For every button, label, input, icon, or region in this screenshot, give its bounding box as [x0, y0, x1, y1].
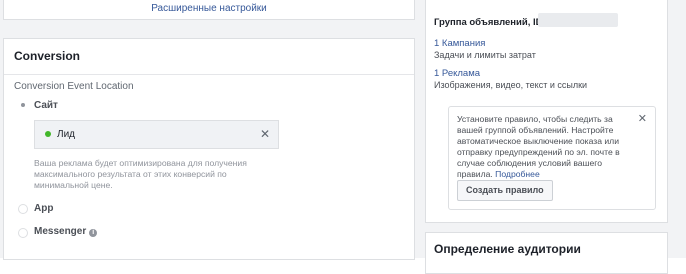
radio-website[interactable]	[18, 100, 28, 110]
adset-summary-card: Группа объявлений, ID: 1 Кампания Задачи…	[425, 0, 668, 223]
audience-title: Определение аудитории	[434, 242, 581, 256]
radio-app[interactable]	[18, 204, 28, 214]
conversion-event-location-label: Conversion Event Location	[14, 81, 134, 92]
left-column: Расширенные настройки Conversion Convers…	[0, 0, 420, 260]
close-icon[interactable]: ✕	[638, 112, 647, 125]
create-rule-button[interactable]: Создать правило	[457, 180, 553, 201]
optimization-help-text: Ваша реклама будет оптимизирована для по…	[34, 158, 247, 190]
rule-tip-box: Установите правило, чтобы следить за ваш…	[448, 106, 656, 210]
conversion-card: Conversion Conversion Event Location Сай…	[3, 38, 415, 260]
right-column: Группа объявлений, ID: 1 Кампания Задачи…	[420, 0, 686, 274]
rule-tip-text: Установите правило, чтобы следить за ваш…	[457, 114, 620, 179]
event-status-dot	[45, 131, 51, 137]
ads-link[interactable]: 1 Реклама	[434, 68, 480, 79]
radio-messenger[interactable]	[18, 228, 28, 238]
option-messenger-label: Messenger i	[34, 226, 98, 237]
audience-card: Определение аудитории	[425, 232, 668, 274]
campaign-link[interactable]: 1 Кампания	[434, 38, 485, 49]
top-settings-card: Расширенные настройки	[3, 0, 415, 20]
advanced-settings-link[interactable]: Расширенные настройки	[4, 3, 414, 14]
conversion-title: Conversion	[4, 39, 414, 75]
conversion-event-field[interactable]: Лид ✕	[34, 120, 279, 149]
option-website-label: Сайт	[34, 100, 58, 111]
ads-description: Изображения, видео, текст и ссылки	[434, 80, 588, 90]
redacted-id	[538, 13, 618, 27]
info-icon[interactable]: i	[89, 229, 98, 237]
campaign-description: Задачи и лимиты затрат	[434, 50, 536, 60]
close-icon[interactable]: ✕	[260, 127, 270, 141]
learn-more-link[interactable]: Подробнее	[495, 169, 540, 179]
adset-title: Группа объявлений, ID:	[434, 17, 546, 28]
event-label: Лид	[57, 129, 75, 140]
option-app-label: App	[34, 203, 54, 214]
